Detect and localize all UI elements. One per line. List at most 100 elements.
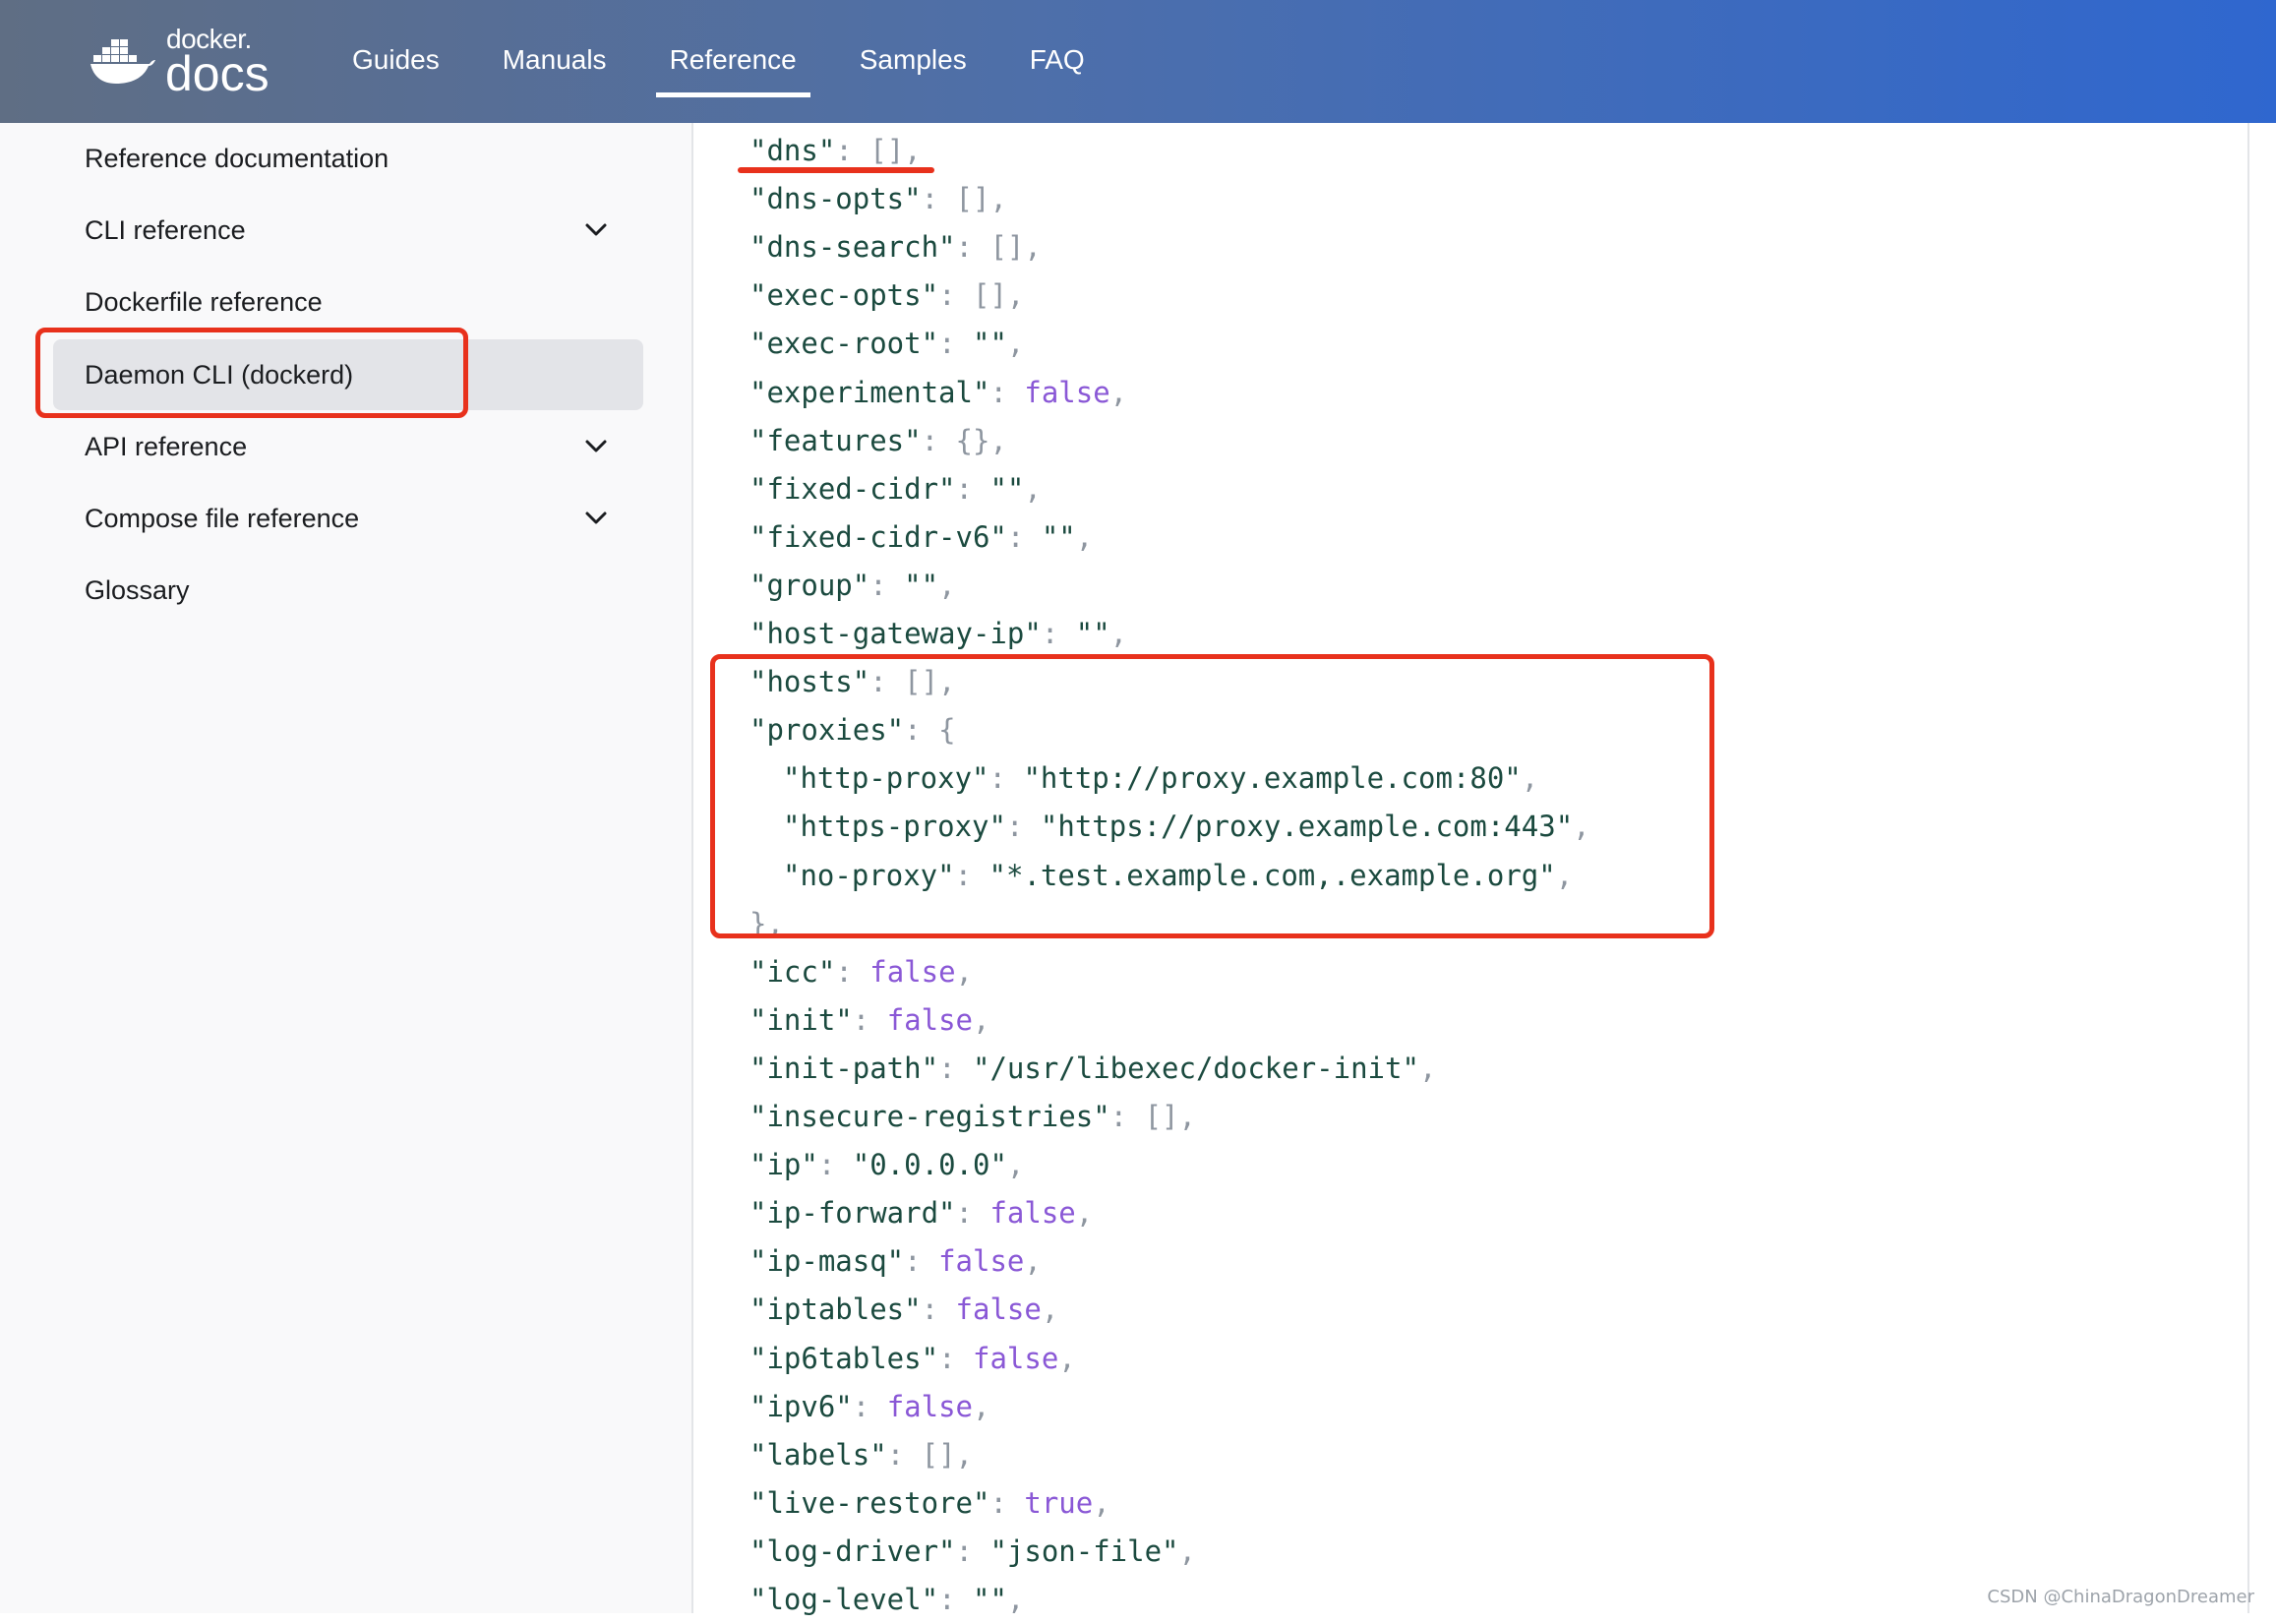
code-key: "group" bbox=[749, 568, 870, 602]
code-comma: , bbox=[1006, 327, 1025, 361]
code-comma: , bbox=[938, 568, 956, 602]
sidebar-item-reference-documentation[interactable]: Reference documentation bbox=[53, 123, 643, 194]
code-line: "ip6tables": false, bbox=[749, 1335, 1076, 1383]
top-nav: Guides Manuals Reference Samples FAQ bbox=[325, 0, 1120, 123]
code-line: "fixed-cidr": "", bbox=[749, 465, 1042, 513]
code-line: "init": false, bbox=[749, 996, 989, 1045]
top-header: docker. docs Guides Manuals Reference Sa… bbox=[0, 0, 2276, 123]
code-value: [], bbox=[972, 278, 1025, 313]
code-key: "ip-masq" bbox=[749, 1244, 905, 1279]
chevron-down-icon[interactable] bbox=[584, 507, 608, 530]
code-value: "" bbox=[1041, 519, 1076, 554]
code-key: "dns-opts" bbox=[749, 182, 922, 216]
code-value: {}, bbox=[955, 423, 1007, 457]
code-line: "exec-opts": [], bbox=[749, 271, 1024, 320]
code-colon: : bbox=[852, 1389, 887, 1423]
code-value: "0.0.0.0" bbox=[852, 1148, 1007, 1182]
nav-reference[interactable]: Reference bbox=[642, 0, 824, 123]
code-value: false bbox=[1024, 375, 1110, 409]
highlight-box-proxies bbox=[710, 654, 1714, 938]
nav-faq[interactable]: FAQ bbox=[1002, 0, 1112, 123]
code-value: [], bbox=[921, 1437, 973, 1472]
code-line: "exec-root": "", bbox=[749, 320, 1024, 368]
code-value: "" bbox=[972, 1583, 1007, 1616]
code-comma: , bbox=[1024, 1244, 1042, 1279]
code-comma: , bbox=[1178, 1534, 1196, 1568]
code-key: "init-path" bbox=[749, 1051, 939, 1085]
code-value: [], bbox=[955, 182, 1007, 216]
code-comma: , bbox=[1075, 1196, 1094, 1231]
sidebar-item-cli-reference[interactable]: CLI reference bbox=[53, 195, 643, 266]
code-value: "/usr/libexec/docker-init" bbox=[972, 1051, 1419, 1085]
code-colon: : bbox=[955, 230, 990, 265]
code-comma: , bbox=[1006, 1583, 1025, 1616]
sidebar-item-label: Dockerfile reference bbox=[85, 287, 323, 317]
code-colon: : bbox=[1041, 617, 1076, 650]
code-value: false bbox=[886, 1389, 973, 1423]
code-colon: : bbox=[869, 568, 905, 602]
code-line: "features": {}, bbox=[749, 417, 1007, 465]
code-value: false bbox=[886, 1002, 973, 1037]
watermark: CSDN @ChinaDragonDreamer bbox=[1987, 1587, 2254, 1607]
code-line: "ip-forward": false, bbox=[749, 1189, 1093, 1237]
code-colon: : bbox=[1006, 519, 1042, 554]
code-colon: : bbox=[921, 182, 956, 216]
code-key: "exec-root" bbox=[749, 327, 939, 361]
code-key: "ipv6" bbox=[749, 1389, 853, 1423]
code-line: "icc": false, bbox=[749, 948, 973, 996]
code-colon: : bbox=[835, 134, 870, 167]
code-value: [], bbox=[1144, 1100, 1196, 1133]
code-value: false bbox=[989, 1196, 1076, 1231]
code-comma: , bbox=[1024, 471, 1042, 506]
logo-wordmark-docs: docs bbox=[165, 46, 270, 101]
code-line: "dns-search": [], bbox=[749, 223, 1042, 271]
nav-manuals[interactable]: Manuals bbox=[475, 0, 634, 123]
code-value: false bbox=[938, 1244, 1025, 1279]
code-key: "live-restore" bbox=[749, 1485, 990, 1520]
code-colon: : bbox=[852, 1002, 887, 1037]
code-key: "dns-search" bbox=[749, 230, 956, 265]
docker-docs-logo[interactable]: docker. docs bbox=[90, 24, 287, 102]
code-value: "json-file" bbox=[989, 1534, 1179, 1568]
code-colon: : bbox=[955, 471, 990, 506]
code-line: "ip-masq": false, bbox=[749, 1237, 1042, 1286]
code-key: "experimental" bbox=[749, 375, 990, 409]
chevron-down-icon[interactable] bbox=[584, 435, 608, 458]
code-key: "exec-opts" bbox=[749, 278, 939, 313]
code-value: "" bbox=[972, 327, 1007, 361]
code-key: "labels" bbox=[749, 1437, 887, 1472]
code-value: true bbox=[1024, 1485, 1094, 1520]
code-line: "iptables": false, bbox=[749, 1286, 1058, 1334]
sidebar-item-label: Reference documentation bbox=[85, 144, 389, 173]
code-key: "init" bbox=[749, 1002, 853, 1037]
nav-guides[interactable]: Guides bbox=[325, 0, 467, 123]
code-line: "group": "", bbox=[749, 562, 956, 610]
nav-samples[interactable]: Samples bbox=[832, 0, 994, 123]
code-key: "insecure-registries" bbox=[749, 1100, 1110, 1133]
code-colon: : bbox=[904, 1244, 939, 1279]
code-colon: : bbox=[817, 1148, 853, 1182]
code-colon: : bbox=[835, 954, 870, 989]
code-key: "ip" bbox=[749, 1148, 818, 1182]
sidebar-item-glossary[interactable]: Glossary bbox=[53, 555, 643, 626]
code-line: "experimental": false, bbox=[749, 369, 1127, 417]
code-colon: : bbox=[921, 423, 956, 457]
code-colon: : bbox=[989, 375, 1025, 409]
code-comma: , bbox=[1109, 375, 1128, 409]
code-key: "fixed-cidr" bbox=[749, 471, 956, 506]
code-value: false bbox=[955, 1293, 1042, 1327]
code-comma: , bbox=[1075, 519, 1094, 554]
code-value: false bbox=[869, 954, 956, 989]
sidebar-item-api-reference[interactable]: API reference bbox=[53, 411, 643, 482]
code-colon: : bbox=[938, 278, 973, 313]
code-comma: , bbox=[1418, 1051, 1437, 1085]
code-colon: : bbox=[955, 1196, 990, 1231]
code-key: "ip-forward" bbox=[749, 1196, 956, 1231]
code-comma: , bbox=[1041, 1293, 1059, 1327]
code-comma: , bbox=[973, 1389, 990, 1423]
sidebar-item-compose-file-reference[interactable]: Compose file reference bbox=[53, 483, 643, 554]
code-key: "fixed-cidr-v6" bbox=[749, 519, 1007, 554]
sidebar-item-label: API reference bbox=[85, 432, 248, 461]
chevron-down-icon[interactable] bbox=[584, 218, 608, 242]
code-key: "log-driver" bbox=[749, 1534, 956, 1568]
